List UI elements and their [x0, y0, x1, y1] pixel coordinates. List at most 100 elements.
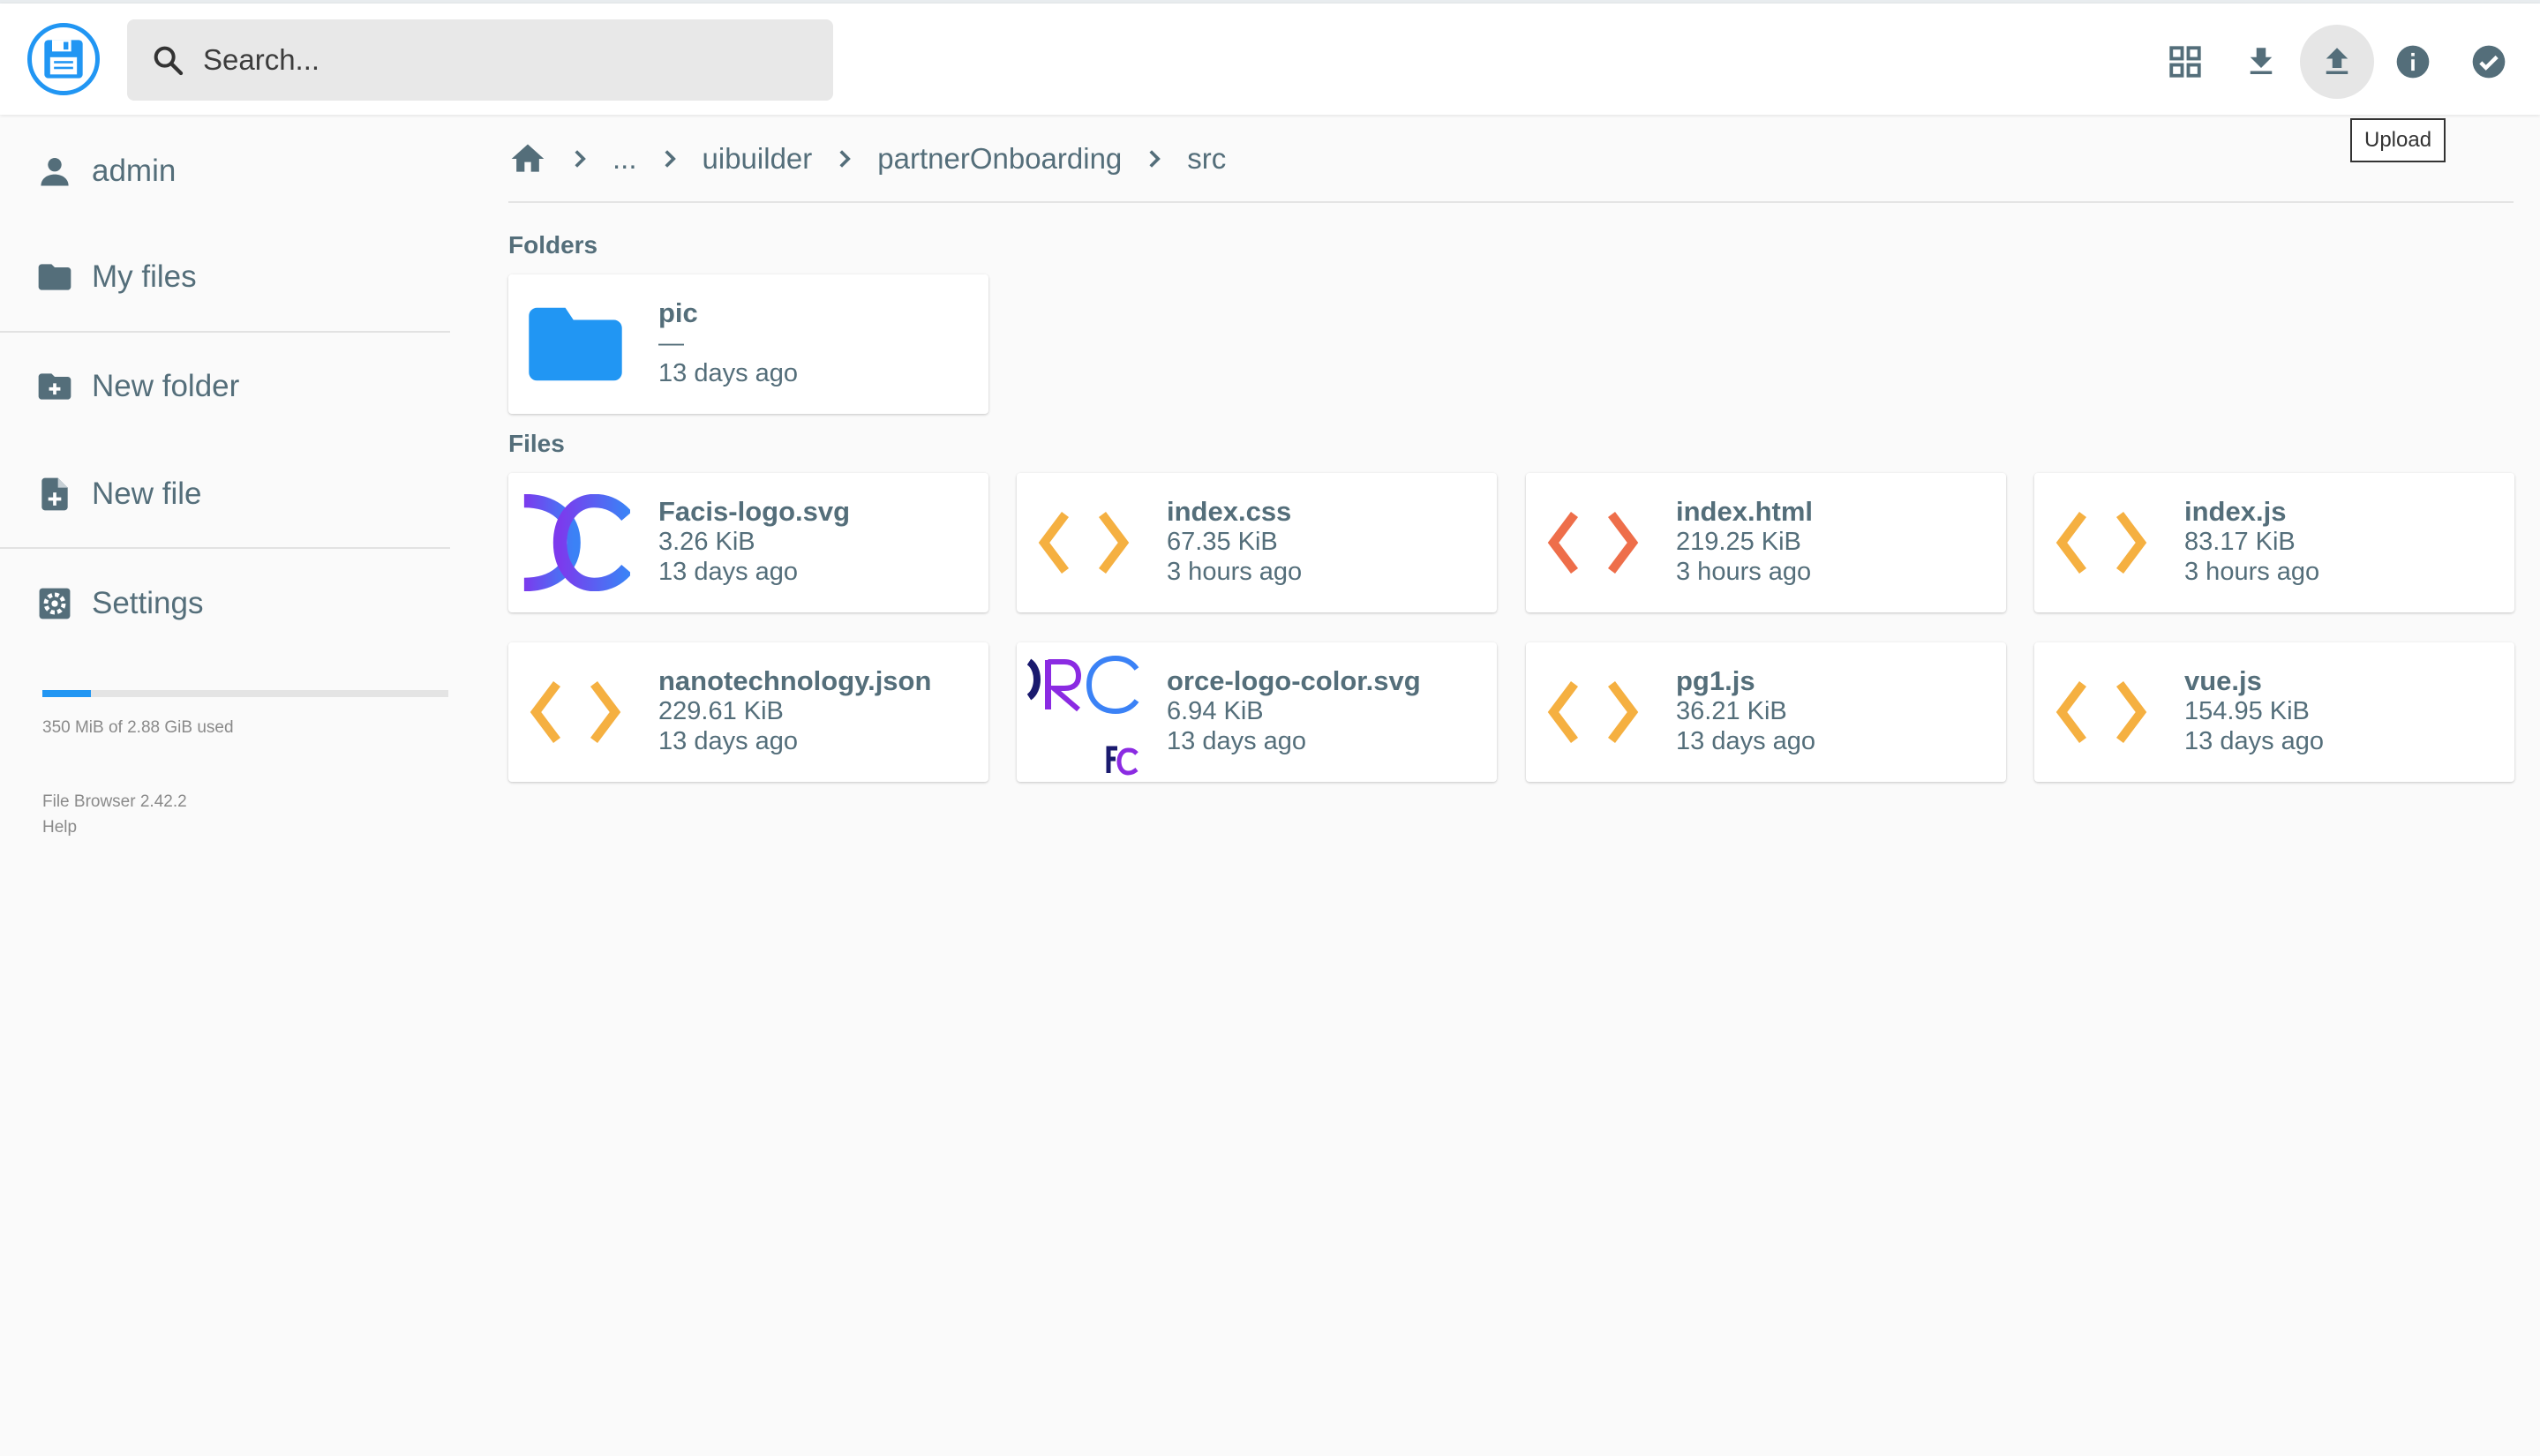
sidebar-item-new-file[interactable]: New file	[0, 450, 450, 538]
chevron-right-icon	[1149, 150, 1161, 168]
sidebar-item-new-folder[interactable]: New folder	[0, 342, 450, 431]
item-name: index.js	[2184, 496, 2287, 527]
item-name: index.html	[1676, 496, 1814, 527]
breadcrumb: ... uibuilder partnerOnboarding src	[508, 132, 1226, 185]
grid-view-icon	[2169, 46, 2201, 78]
app-logo[interactable]	[27, 23, 100, 95]
upload-tooltip: Upload	[2350, 118, 2446, 162]
item-size: 229.61 KiB	[658, 697, 784, 725]
info-button[interactable]	[2376, 25, 2450, 99]
upload-icon	[2326, 48, 2348, 74]
item-modified: 3 hours ago	[1167, 558, 1303, 586]
file-card[interactable]: index.css 67.35 KiB 3 hours ago	[1017, 473, 1497, 612]
item-modified: 13 days ago	[1167, 727, 1307, 755]
file-card[interactable]: nanotechnology.json 229.61 KiB 13 days a…	[508, 642, 988, 782]
folder-icon	[529, 307, 622, 381]
chevron-right-icon	[664, 150, 676, 168]
chevron-right-icon	[575, 150, 586, 168]
switch-view-button[interactable]	[2148, 25, 2222, 99]
item-modified: 3 hours ago	[2184, 558, 2320, 586]
breadcrumb-divider	[508, 201, 2514, 203]
storage-usage-text: 350 MiB of 2.88 GiB used	[42, 718, 234, 737]
file-card[interactable]: Facis-logo.svg 3.26 KiB 13 days ago	[508, 473, 988, 612]
file-thumbnail	[1538, 660, 1648, 764]
item-size: 83.17 KiB	[2184, 528, 2296, 556]
item-modified: 13 days ago	[658, 558, 799, 586]
file-card[interactable]: index.html 219.25 KiB 3 hours ago	[1526, 473, 2006, 612]
download-button[interactable]	[2224, 25, 2298, 99]
sidebar-item-my-files[interactable]: My files	[0, 233, 450, 321]
file-thumbnail	[1029, 491, 1138, 595]
app-header	[0, 4, 2540, 115]
sidebar-item-label: New folder	[92, 369, 240, 403]
create-new-folder-icon	[38, 373, 71, 400]
file-thumbnail	[2047, 660, 2156, 764]
sidebar-item-label: Settings	[92, 586, 204, 620]
search-input[interactable]	[203, 35, 812, 85]
item-name: vue.js	[2184, 665, 2262, 696]
code-icon	[1547, 512, 1639, 574]
file-thumbnail	[1538, 491, 1648, 595]
item-modified: 13 days ago	[2184, 727, 2325, 755]
file-card[interactable]: vue.js 154.95 KiB 13 days ago	[2034, 642, 2514, 782]
file-card[interactable]: pg1.js 36.21 KiB 13 days ago	[1526, 642, 2006, 782]
download-icon	[2250, 48, 2273, 74]
sidebar-divider	[0, 331, 450, 333]
file-thumbnail	[521, 491, 630, 595]
version-text: File Browser 2.42.2	[42, 792, 187, 811]
file-thumbnail	[521, 660, 630, 764]
item-name: index.css	[1167, 496, 1292, 527]
file-card[interactable]: orce-logo-color.svg 6.94 KiB 13 days ago	[1017, 642, 1497, 782]
orce-logo-thumbnail	[1027, 655, 1139, 776]
sidebar-item-user[interactable]: admin	[0, 127, 450, 215]
storage-usage-fill	[42, 690, 92, 697]
sidebar-item-label: New file	[92, 477, 202, 511]
breadcrumb-ellipsis[interactable]: ...	[612, 142, 637, 176]
facis-logo-thumbnail	[523, 494, 630, 591]
sidebar-item-settings[interactable]: Settings	[0, 559, 450, 648]
item-size: 154.95 KiB	[2184, 697, 2310, 725]
breadcrumb-partneronboarding[interactable]: partnerOnboarding	[877, 142, 1122, 176]
item-name: Facis-logo.svg	[658, 496, 851, 527]
item-size: —	[658, 329, 684, 357]
item-size: 219.25 KiB	[1676, 528, 1801, 556]
search-icon	[154, 46, 184, 76]
item-size: 36.21 KiB	[1676, 697, 1787, 725]
folder-card[interactable]: pic — 13 days ago	[508, 274, 988, 414]
code-icon	[2055, 512, 2147, 574]
breadcrumb-uibuilder[interactable]: uibuilder	[703, 142, 813, 176]
item-name: nanotechnology.json	[658, 665, 932, 696]
folder-thumbnail	[521, 292, 630, 396]
item-name: pg1.js	[1676, 665, 1755, 696]
sidebar-divider	[0, 547, 450, 549]
floppy-disk-icon	[44, 40, 83, 79]
file-thumbnail	[2047, 491, 2156, 595]
search-box[interactable]	[127, 19, 833, 101]
note-add-icon	[41, 477, 68, 511]
storage-usage-bar	[42, 690, 448, 697]
code-icon	[2055, 681, 2147, 743]
chevron-right-icon	[839, 150, 852, 168]
select-multiple-button[interactable]	[2452, 25, 2526, 99]
help-link[interactable]: Help	[42, 814, 187, 840]
item-name: pic	[658, 297, 698, 328]
item-modified: 13 days ago	[658, 727, 799, 755]
file-card[interactable]: index.js 83.17 KiB 3 hours ago	[2034, 473, 2514, 612]
code-icon	[1038, 512, 1130, 574]
item-modified: 13 days ago	[658, 359, 799, 387]
item-size: 6.94 KiB	[1167, 697, 1264, 725]
file-thumbnail	[1027, 653, 1142, 777]
files-section-title: Files	[508, 430, 565, 457]
footer-credits: File Browser 2.42.2 Help	[42, 789, 187, 840]
item-modified: 3 hours ago	[1676, 558, 1812, 586]
item-name: orce-logo-color.svg	[1167, 665, 1421, 696]
home-icon[interactable]	[508, 139, 547, 178]
sidebar-item-label: My files	[92, 259, 197, 294]
folders-section-title: Folders	[508, 231, 598, 259]
info-icon	[2396, 45, 2430, 79]
item-size: 3.26 KiB	[658, 528, 755, 556]
code-icon	[530, 681, 621, 743]
folder-icon	[38, 264, 71, 290]
breadcrumb-src[interactable]: src	[1187, 142, 1226, 176]
upload-button[interactable]	[2300, 25, 2374, 99]
